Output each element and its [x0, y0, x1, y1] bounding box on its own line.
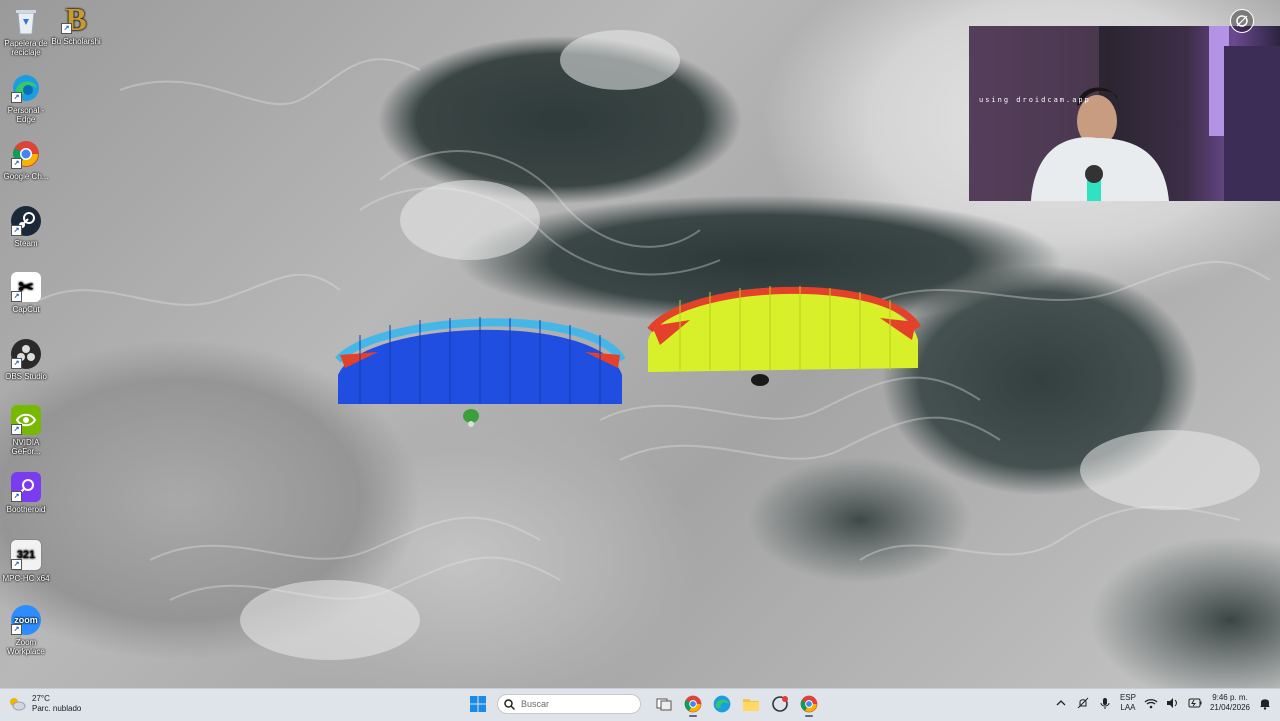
- taskbar-file-explorer-button[interactable]: [739, 692, 763, 716]
- taskbar-chrome-button[interactable]: [681, 692, 705, 717]
- tray-network-button[interactable]: [1144, 696, 1158, 710]
- desktop-icon-label: Google Ch...: [3, 172, 49, 181]
- chrome-icon: [684, 695, 702, 713]
- blue-paraglider: [335, 317, 626, 427]
- tray-volume-button[interactable]: [1166, 696, 1180, 710]
- chevron-up-icon: [1056, 700, 1066, 706]
- file-explorer-icon: [743, 699, 759, 711]
- wifi-icon: [1144, 698, 1158, 708]
- taskbar-apps: Buscar: [466, 692, 821, 717]
- notification-icon: [1260, 698, 1270, 710]
- desktop-icon-bootheroid[interactable]: ↗ Bootheroid: [0, 472, 52, 514]
- desktop-icon-obs[interactable]: ↗ OBS Studio: [0, 339, 52, 381]
- desktop-icon-label: Bootheroid: [6, 505, 46, 514]
- desktop-icon-zoom[interactable]: zoom ↗ Zoom Workplace: [0, 605, 52, 656]
- webcam-toggle-button[interactable]: [1230, 9, 1254, 33]
- clock-date: 21/04/2026: [1209, 703, 1250, 712]
- windows-start-icon: [470, 696, 486, 712]
- nvidia-icon: ↗: [11, 405, 41, 435]
- desktop-icon-steam[interactable]: ↗ Steam: [0, 206, 52, 248]
- obs-icon: ↗: [11, 339, 41, 369]
- input-language-button[interactable]: ESP LAA: [1120, 693, 1136, 713]
- taskbar-clock[interactable]: 9:46 p. m. 21/04/2026: [1210, 693, 1250, 713]
- desktop-icon-label: CapCut: [12, 305, 40, 314]
- partly-cloudy-icon: [10, 698, 26, 711]
- edge-icon: ↗: [11, 73, 41, 103]
- desktop-icon-label: OBS Studio: [5, 372, 47, 381]
- speaker-icon: [1166, 698, 1177, 708]
- webcam-person-silhouette: [969, 26, 1280, 201]
- desktop-icon-chrome[interactable]: ↗ Google Ch...: [0, 139, 52, 181]
- show-hidden-icons-button[interactable]: [1054, 696, 1068, 710]
- start-button[interactable]: [466, 692, 490, 716]
- clock-time: 9:46 p. m.: [1212, 693, 1248, 702]
- tray-microphone-button[interactable]: [1098, 696, 1112, 710]
- notification-off-icon: [1077, 697, 1089, 709]
- bootheroid-icon: ↗: [11, 472, 41, 502]
- weather-desc: Parc. nublado: [32, 704, 82, 713]
- desktop-icon-recycle-bin[interactable]: Papelera de reciclaje: [0, 6, 52, 57]
- microphone-icon: [1100, 697, 1110, 709]
- chrome-icon: [800, 695, 818, 713]
- zoom-icon: zoom ↗: [11, 605, 41, 635]
- task-view-icon: [656, 698, 672, 711]
- search-placeholder: Buscar: [521, 699, 550, 709]
- task-view-button[interactable]: [652, 692, 676, 716]
- desktop-icon-label: Papelera de reciclaje: [4, 39, 48, 57]
- desktop-icon-label: Zoom Workplace: [7, 638, 45, 656]
- capture-app-icon: [772, 696, 788, 712]
- search-icon: [504, 698, 515, 710]
- scholarship-logo-icon: B ↗: [61, 3, 91, 35]
- mpc-hc-icon: 321 ↗: [10, 539, 42, 571]
- tray-battery-button[interactable]: [1188, 696, 1202, 710]
- desktop-icon-mpc-hc[interactable]: 321 ↗ MPC-HC x64: [0, 539, 52, 583]
- notification-center-button[interactable]: [1258, 696, 1272, 710]
- system-tray: ESP LAA 9:46 p. m. 21/04/2026: [1054, 693, 1272, 713]
- camera-icon: [1236, 15, 1248, 27]
- desktop-icon-label: Personal - Edge: [7, 106, 45, 124]
- taskbar-capture-app-button[interactable]: [768, 692, 792, 716]
- recycle-bin-icon: [11, 6, 41, 36]
- weather-temp: 27°C: [32, 694, 50, 703]
- desktop-icon-label: NVIDIA GeFor...: [11, 438, 41, 456]
- desktop-icon-nvidia[interactable]: ↗ NVIDIA GeFor...: [0, 405, 52, 456]
- taskbar-edge-button[interactable]: [710, 692, 734, 716]
- lang-layout: LAA: [1120, 703, 1136, 712]
- battery-icon: [1188, 698, 1202, 708]
- desktop-icon-label: MPC-HC x64: [2, 574, 50, 583]
- desktop-icon-scholarship[interactable]: B ↗ Bu Scholarshi: [50, 3, 102, 47]
- lang-code: ESP: [1119, 693, 1136, 702]
- webcam-watermark: using droidcam.app: [979, 96, 1091, 104]
- steam-icon: ↗: [11, 206, 41, 236]
- taskbar: 27°C Parc. nublado Buscar ESP LAA 9:46 p…: [0, 688, 1280, 721]
- tray-mute-button[interactable]: [1076, 696, 1090, 710]
- edge-icon: [713, 695, 731, 713]
- webcam-overlay: using droidcam.app: [969, 26, 1280, 201]
- desktop-icon-label: Steam: [14, 239, 38, 248]
- taskbar-chrome-profile-button[interactable]: [797, 692, 821, 717]
- yellow-paraglider: [647, 286, 922, 386]
- taskbar-search-input[interactable]: Buscar: [497, 694, 641, 714]
- desktop-icon-edge[interactable]: ↗ Personal - Edge: [0, 73, 52, 124]
- desktop-icon-capcut[interactable]: ✂ ↗ CapCut: [0, 272, 52, 314]
- capcut-icon: ✂ ↗: [11, 272, 41, 302]
- desktop-icon-label: Bu Scholarshi: [51, 37, 101, 46]
- chrome-icon: ↗: [11, 139, 41, 169]
- weather-widget[interactable]: 27°C Parc. nublado: [8, 694, 81, 714]
